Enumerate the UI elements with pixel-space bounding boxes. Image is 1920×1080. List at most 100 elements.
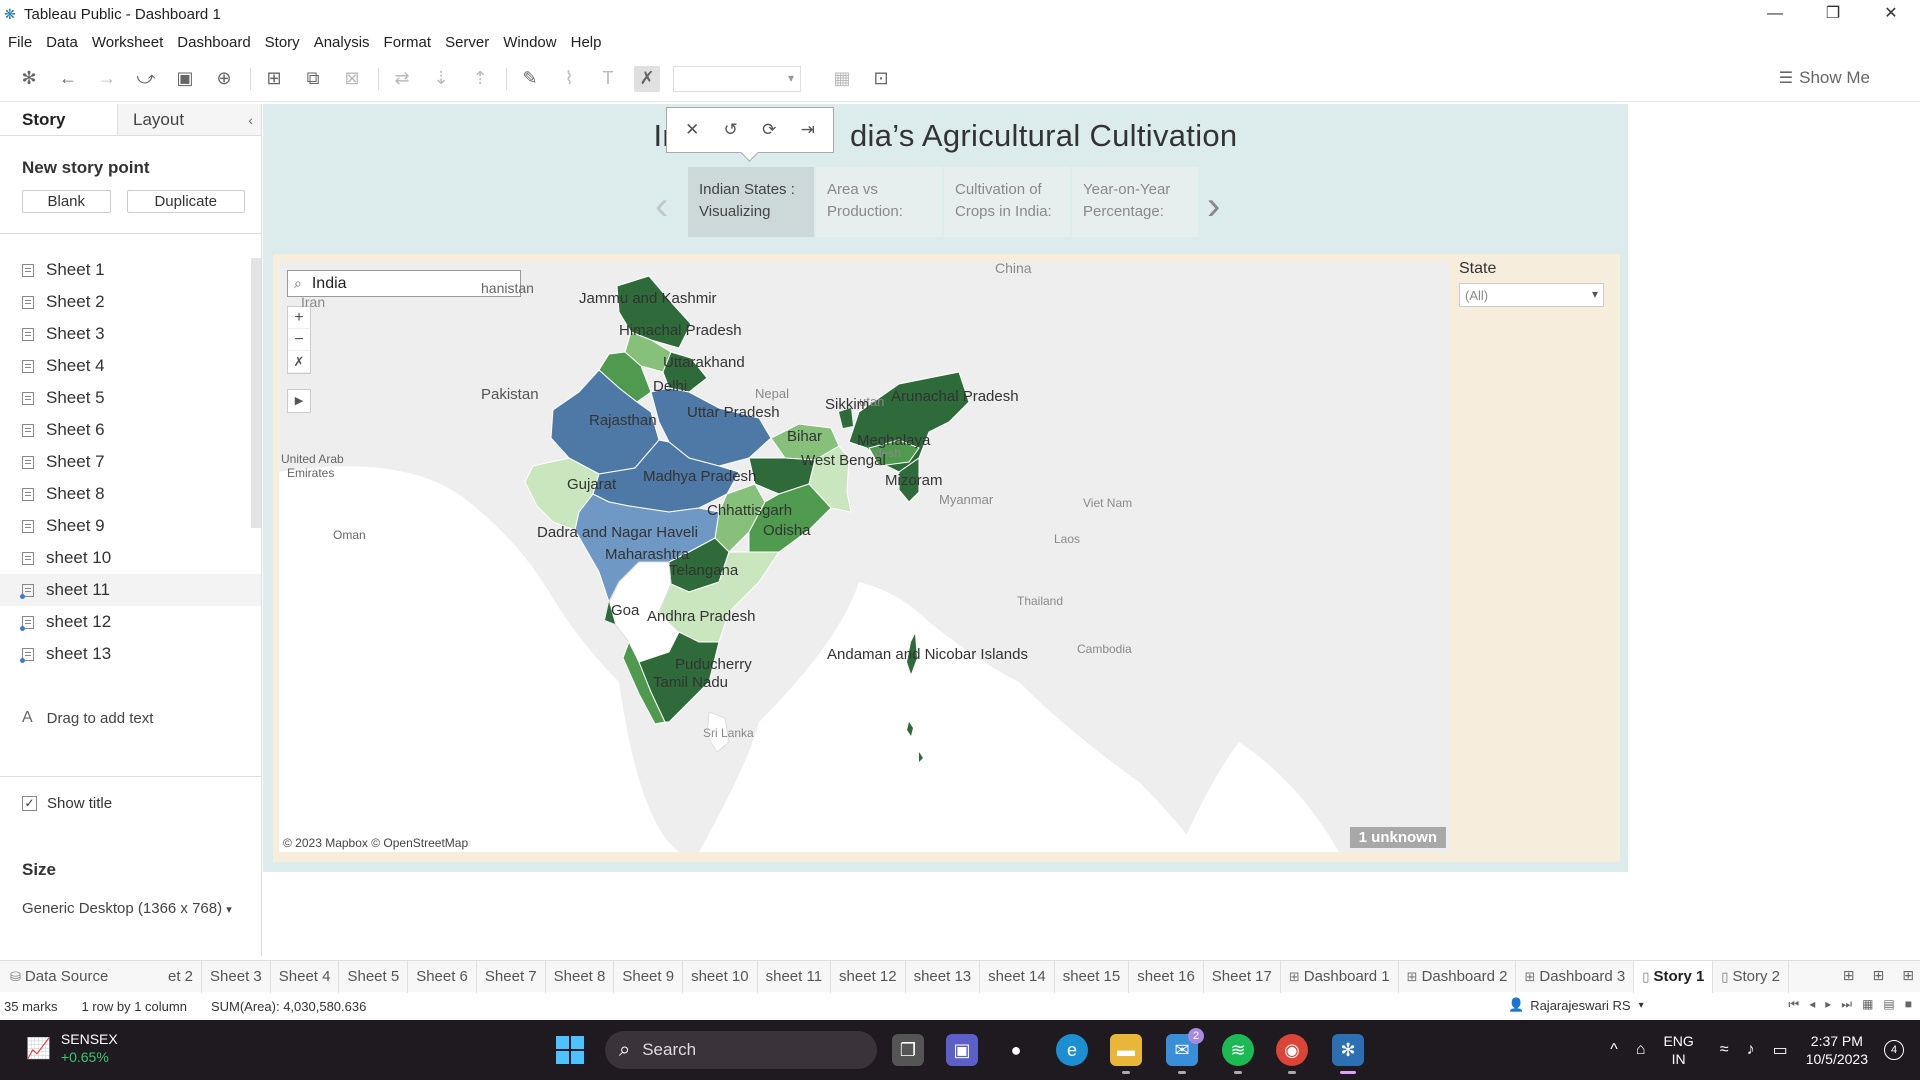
highlight-icon[interactable]: ✎ (517, 66, 543, 92)
delete-story-point-icon[interactable]: ✕ (685, 120, 699, 140)
tab-sheet[interactable]: Sheet 3 (202, 960, 271, 993)
tab-sheet[interactable]: sheet 10 (683, 960, 758, 993)
tab-dashboard[interactable]: ⊞ Dashboard 1 (1281, 960, 1399, 993)
show-filmstrip-icon[interactable]: ▦ (1862, 997, 1873, 1012)
state-filter-dropdown[interactable]: (All) (1459, 283, 1604, 307)
user-menu[interactable]: 👤 Rajarajeswari RS ▾ (1508, 997, 1644, 1013)
volume-icon[interactable]: ♪ (1747, 1041, 1755, 1059)
show-title-checkbox[interactable]: ✓ (22, 796, 37, 811)
new-datasource-icon[interactable]: ⊕ (211, 66, 237, 92)
sheet-list-item[interactable]: sheet 10 (0, 542, 261, 574)
sheet-list-item[interactable]: Sheet 2 (0, 286, 261, 318)
menu-server[interactable]: Server (445, 34, 489, 51)
spotify-icon[interactable]: ≋ (1222, 1034, 1254, 1074)
chevron-up-icon[interactable]: ^ (1610, 1041, 1618, 1059)
duplicate-button[interactable]: Duplicate (126, 190, 245, 213)
clear-sheet-icon[interactable]: ⊠ (339, 66, 365, 92)
new-worksheet-icon[interactable]: ⊞ (1843, 967, 1855, 984)
show-me-button[interactable]: ☰ Show Me (1779, 68, 1870, 88)
wifi-icon[interactable]: ≈ (1720, 1041, 1729, 1059)
sheet-list-item[interactable]: Sheet 7 (0, 446, 261, 478)
size-dropdown[interactable]: Generic Desktop (1366 x 768) ▾ (22, 900, 261, 917)
drag-text-object[interactable]: A Drag to add text (22, 708, 261, 728)
new-story-icon[interactable]: ⊞ (1902, 967, 1914, 984)
first-tab-icon[interactable]: ⏮ (1788, 997, 1799, 1012)
minimize-button[interactable]: — (1746, 0, 1804, 28)
notification-count[interactable]: 4 (1884, 1040, 1904, 1060)
tab-sheet[interactable]: Sheet 7 (477, 960, 546, 993)
tab-sheet[interactable]: Sheet 5 (339, 960, 409, 993)
taskbar-search[interactable]: ⌕ Search (605, 1031, 877, 1069)
tab-data-source[interactable]: ⛁ Data Source (0, 961, 160, 993)
tab-layout[interactable]: Layout ‹ (117, 104, 261, 136)
menu-analysis[interactable]: Analysis (314, 34, 370, 51)
menu-dashboard[interactable]: Dashboard (177, 34, 250, 51)
tableau-logo-icon[interactable]: ✻ (16, 66, 42, 92)
reset-map-icon[interactable]: ✗ (288, 351, 310, 373)
tab-sheet[interactable]: sheet 11 (758, 960, 832, 993)
windows-start-icon[interactable] (556, 1036, 584, 1064)
zoom-in-button[interactable]: + (288, 307, 310, 329)
sheet-list-item[interactable]: Sheet 1 (0, 254, 261, 286)
sheet-list-item[interactable]: sheet 12 (0, 606, 261, 638)
tab-sheet[interactable]: et 2 (160, 960, 203, 993)
sort-descending-icon[interactable]: ⇡ (467, 66, 493, 92)
clock[interactable]: 2:37 PM 10/5/2023 (1806, 1032, 1868, 1068)
stock-widget[interactable]: 📈 SENSEX +0.65% (26, 1030, 118, 1066)
redo-icon[interactable]: → (94, 66, 120, 92)
menu-story[interactable]: Story (265, 34, 300, 51)
sheet-list-item[interactable]: Sheet 6 (0, 414, 261, 446)
maximize-button[interactable]: ❐ (1804, 0, 1862, 28)
tab-sheet[interactable]: sheet 13 (906, 960, 981, 993)
network-off-icon[interactable]: ⌂ (1636, 1041, 1646, 1059)
sheet-list-scrollbar[interactable] (251, 258, 261, 528)
menu-help[interactable]: Help (571, 34, 602, 51)
india-map[interactable]: ⌕ India + − ✗ ▶ China hanistan Iran Paki… (279, 262, 1450, 852)
tab-sheet[interactable]: sheet 16 (1129, 960, 1204, 993)
blank-button[interactable]: Blank (22, 190, 111, 213)
map-credit[interactable]: © 2023 Mapbox © OpenStreetMap (283, 836, 468, 850)
story-title[interactable]: India’s Agricultural Cultivation (263, 118, 1628, 154)
sheet-list-item[interactable]: sheet 13 (0, 638, 261, 670)
fix-axes-icon[interactable]: ✗ (634, 65, 660, 92)
replay-icon[interactable]: ⤻ (133, 66, 159, 92)
tab-story-1[interactable]: ▯ Story 1 (1634, 960, 1714, 993)
tab-story[interactable]: Story (0, 104, 117, 136)
github-icon[interactable]: ● (1000, 1034, 1032, 1066)
task-view-icon[interactable]: ❐ (892, 1034, 924, 1066)
tab-sheet[interactable]: Sheet 17 (1204, 960, 1281, 993)
new-dashboard-icon[interactable]: ⊞ (1873, 967, 1885, 984)
next-tab-icon[interactable]: ▸ (1825, 997, 1831, 1012)
zoom-out-button[interactable]: − (288, 329, 310, 351)
show-sheet-sorter-icon[interactable]: ■ (1905, 997, 1912, 1012)
fit-dropdown[interactable] (673, 65, 801, 92)
language-indicator[interactable]: ENG IN (1663, 1032, 1693, 1068)
close-button[interactable]: ✕ (1862, 0, 1920, 28)
map-toolbar-expand-icon[interactable]: ▶ (287, 389, 311, 413)
story-point-2[interactable]: Area vs Production: (816, 167, 942, 237)
teams-icon[interactable]: ▣ (946, 1034, 978, 1066)
story-point-1[interactable]: Indian States : Visualizing (688, 167, 814, 237)
menu-file[interactable]: File (8, 34, 32, 51)
tab-sheet[interactable]: sheet 14 (980, 960, 1055, 993)
sheet-list-item[interactable]: Sheet 9 (0, 510, 261, 542)
menu-worksheet[interactable]: Worksheet (92, 34, 163, 51)
sheet-list-item[interactable]: Sheet 5 (0, 382, 261, 414)
new-sheet-icon[interactable]: ⊞ (261, 66, 287, 92)
menu-data[interactable]: Data (46, 34, 78, 51)
file-explorer-icon[interactable]: ▬ (1110, 1034, 1142, 1074)
sheet-list-item[interactable]: sheet 11 (0, 574, 261, 606)
tab-sheet[interactable]: Sheet 8 (546, 960, 615, 993)
tab-story-2[interactable]: ▯ Story 2 (1713, 960, 1789, 993)
sheet-list-item[interactable]: Sheet 8 (0, 478, 261, 510)
undo-icon[interactable]: ← (55, 66, 81, 92)
tab-sheet[interactable]: Sheet 6 (408, 960, 477, 993)
sort-ascending-icon[interactable]: ⇣ (428, 66, 454, 92)
chrome-icon[interactable]: ◉ (1276, 1034, 1308, 1074)
story-point-3[interactable]: Cultivation of Crops in India: (944, 167, 1070, 237)
revert-icon[interactable]: ↺ (724, 120, 738, 140)
swap-icon[interactable]: ⇄ (389, 66, 415, 92)
tab-dashboard[interactable]: ⊞ Dashboard 2 (1399, 960, 1517, 993)
next-story-point-button[interactable]: › (1207, 186, 1220, 226)
duplicate-sheet-icon[interactable]: ⧉ (300, 66, 326, 92)
